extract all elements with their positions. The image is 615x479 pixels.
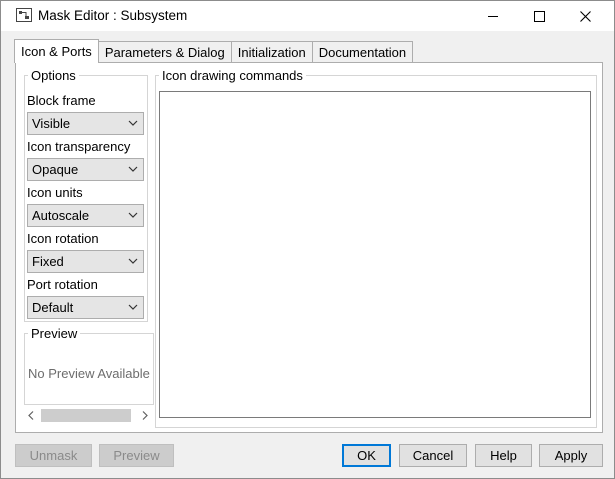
options-horizontal-scrollbar[interactable] xyxy=(24,407,152,424)
icon-rotation-label: Icon rotation xyxy=(27,231,99,246)
preview-group-label: Preview xyxy=(28,326,81,341)
icon-rotation-dropdown[interactable]: Fixed xyxy=(27,250,144,273)
simulink-app-icon xyxy=(16,8,32,22)
options-group-label: Options xyxy=(28,68,79,83)
scrollbar-thumb[interactable] xyxy=(41,409,131,422)
maximize-button[interactable] xyxy=(516,1,562,31)
preview-group: Preview No Preview Available xyxy=(24,326,154,405)
unmask-button[interactable]: Unmask xyxy=(15,444,92,467)
port-rotation-dropdown[interactable]: Default xyxy=(27,296,144,319)
tab-parameters-dialog[interactable]: Parameters & Dialog xyxy=(97,41,232,62)
icon-transparency-dropdown[interactable]: Opaque xyxy=(27,158,144,181)
icon-transparency-value: Opaque xyxy=(32,162,79,177)
icon-drawing-commands-group: Icon drawing commands xyxy=(155,68,597,428)
close-button[interactable] xyxy=(562,1,608,31)
maximize-icon xyxy=(533,10,545,22)
icon-transparency-label: Icon transparency xyxy=(27,139,131,154)
port-rotation-value: Default xyxy=(32,300,74,315)
mask-editor-window: Mask Editor : Subsystem Icon & Ports Par… xyxy=(0,0,615,479)
preview-button[interactable]: Preview xyxy=(99,444,174,467)
tab-icon-ports[interactable]: Icon & Ports xyxy=(14,39,99,63)
chevron-down-icon xyxy=(128,166,138,172)
scroll-left-icon[interactable] xyxy=(26,410,36,421)
minimize-button[interactable] xyxy=(470,1,516,31)
port-rotation-label: Port rotation xyxy=(27,277,98,292)
icon-units-dropdown[interactable]: Autoscale xyxy=(27,204,144,227)
chevron-down-icon xyxy=(128,212,138,218)
apply-button[interactable]: Apply xyxy=(539,444,603,467)
block-frame-value: Visible xyxy=(32,116,71,131)
cancel-button[interactable]: Cancel xyxy=(399,444,467,467)
icon-units-label: Icon units xyxy=(27,185,83,200)
tab-initialization[interactable]: Initialization xyxy=(230,41,313,62)
chevron-down-icon xyxy=(128,258,138,264)
block-frame-dropdown[interactable]: Visible xyxy=(27,112,144,135)
tab-strip: Icon & Ports Parameters & Dialog Initial… xyxy=(14,39,414,63)
icon-ports-panel: Options Block frame Visible Icon transpa… xyxy=(15,62,603,433)
icon-drawing-commands-label: Icon drawing commands xyxy=(159,68,306,83)
icon-rotation-value: Fixed xyxy=(32,254,64,269)
minimize-icon xyxy=(487,15,498,17)
close-icon xyxy=(579,10,591,22)
block-frame-label: Block frame xyxy=(27,93,96,108)
no-preview-message: No Preview Available xyxy=(28,366,150,381)
ok-button[interactable]: OK xyxy=(342,444,391,467)
window-title: Mask Editor : Subsystem xyxy=(38,8,188,23)
help-button[interactable]: Help xyxy=(475,444,532,467)
chevron-down-icon xyxy=(128,120,138,126)
scroll-right-icon[interactable] xyxy=(140,410,150,421)
icon-units-value: Autoscale xyxy=(32,208,90,223)
icon-drawing-commands-editor[interactable] xyxy=(159,91,591,418)
chevron-down-icon xyxy=(128,304,138,310)
title-bar: Mask Editor : Subsystem xyxy=(1,1,614,31)
tab-documentation[interactable]: Documentation xyxy=(311,41,414,62)
